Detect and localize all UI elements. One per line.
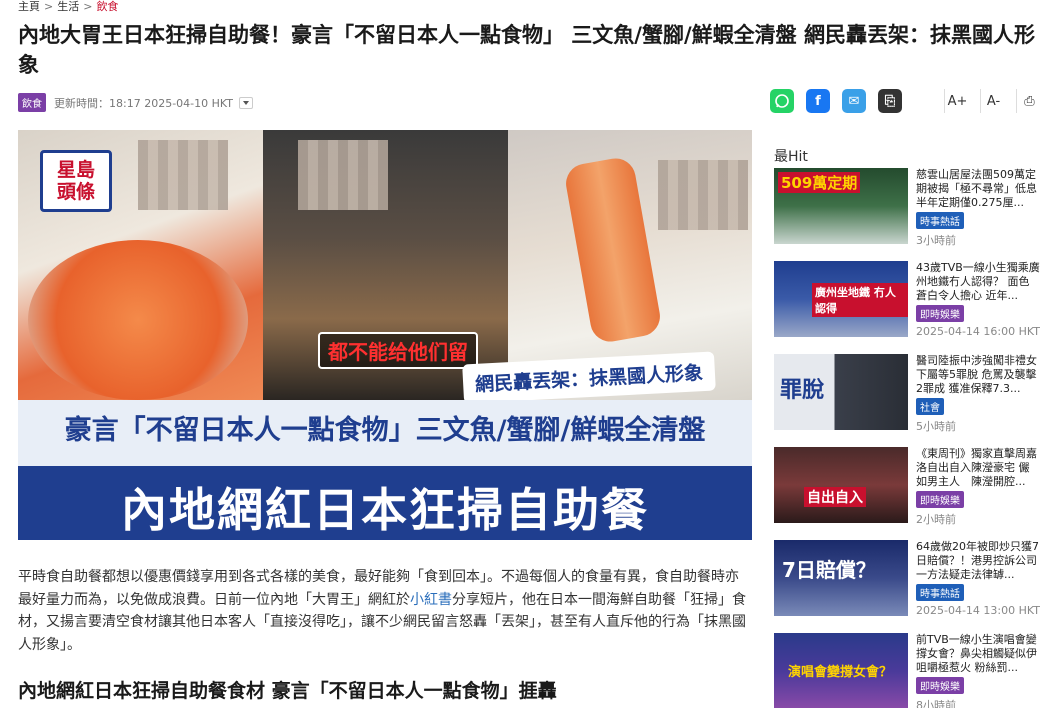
logo-line1: 星島 [56, 159, 95, 181]
timestamp: 2小時前 [916, 513, 956, 526]
article-subheading: 內地網紅日本狂掃自助餐食材 豪言「不留日本人一點食物」捱轟 [18, 680, 557, 702]
category-badge[interactable]: 時事熱話 [916, 584, 964, 601]
sidebar-most-hit: 最Hit 509萬定期 慈雲山居屋法團509萬定期被揭「極不尋常」低息 半年定期… [774, 146, 1049, 708]
timestamp: 8小時前 [916, 699, 956, 708]
article-body: 平時食自助餐都想以優惠價錢享用到各式各樣的美食，最好能夠「食到回本」。不過每個人… [18, 566, 752, 656]
reading-tools: A+ A- ⎙ [944, 89, 1042, 113]
headline[interactable]: 前TVB一線小生演唱會變撐女會？鼻尖相觸疑似伊咀嚼極惹火 粉絲罰... [916, 633, 1040, 675]
category-badge[interactable]: 飲食 [18, 93, 46, 112]
thumbnail[interactable]: 509萬定期 [774, 168, 908, 244]
thumbnail[interactable]: 自出自入 [774, 447, 908, 523]
facebook-icon[interactable]: f [806, 89, 830, 113]
blurred-face [298, 140, 388, 210]
blurred-face [138, 140, 228, 210]
sidebar-heading: 最Hit [774, 149, 808, 165]
font-increase-button[interactable]: A+ [944, 89, 970, 113]
salmon-plate [28, 240, 248, 400]
breadcrumb-separator: > [44, 0, 54, 13]
facebook-glyph: f [815, 93, 821, 109]
category-badge[interactable]: 即時娛樂 [916, 677, 964, 694]
thumbnail-caption: 廣州坐地鐵 冇人認得 [812, 283, 908, 317]
share-bar: f ✉ ⎘ [770, 89, 902, 113]
blurred-face [658, 160, 748, 230]
caption-red: 都不能给他们留 [318, 332, 478, 369]
thumbnail-caption: 7日賠償？ [782, 558, 876, 582]
thumbnail-caption: 罪脫 [780, 378, 825, 403]
list-item[interactable]: 罪脫 醫司陸振中涉強闖非禮女下屬等5罪脫 危罵及襲擊2罪成 獲准保釋7.3...… [774, 354, 1049, 434]
list-item[interactable]: 廣州坐地鐵 冇人認得 43歲TVB一線小生獨乘廣州地鐵冇人認得？ 面色蒼白令人擔… [774, 261, 1049, 341]
thumbnail[interactable]: 廣州坐地鐵 冇人認得 [774, 261, 908, 337]
email-glyph: ✉ [848, 93, 860, 109]
whatsapp-icon[interactable] [770, 89, 794, 113]
xiaohongshu-link[interactable]: 小紅書 [410, 592, 452, 608]
breadcrumb-current[interactable]: 飲食 [96, 0, 118, 14]
thumbnail-caption: 自出自入 [804, 487, 866, 507]
headline[interactable]: 慈雲山居屋法團509萬定期被揭「極不尋常」低息 半年定期僅0.275厘... [916, 168, 1040, 210]
headline[interactable]: 64歲做20年被即炒只獲7日賠償？！港男控訴公司一方法疑走法律罅... [916, 540, 1040, 582]
thumbnail[interactable]: 演唱會變撐女會？ [774, 633, 908, 708]
print-icon[interactable]: ⎙ [1016, 89, 1042, 113]
hero-headline-2: 內地網紅日本狂掃自助餐 [121, 483, 649, 537]
breadcrumb-home[interactable]: 主頁 [18, 0, 40, 14]
font-decrease-button[interactable]: A- [980, 89, 1006, 113]
timestamp: 5小時前 [916, 420, 956, 433]
headline[interactable]: 醫司陸振中涉強闖非禮女下屬等5罪脫 危罵及襲擊2罪成 獲准保釋7.3... [916, 354, 1040, 396]
hero-headline-1: 豪言「不留日本人一點食物」三文魚/蟹腳/鮮蝦全清盤 [64, 415, 706, 446]
list-item[interactable]: 演唱會變撐女會？ 前TVB一線小生演唱會變撐女會？鼻尖相觸疑似伊咀嚼極惹火 粉絲… [774, 633, 1049, 708]
list-item[interactable]: 7日賠償？ 64歲做20年被即炒只獲7日賠償？！港男控訴公司一方法疑走法律罅..… [774, 540, 1049, 620]
headline[interactable]: 《東周刊》獨家直擊周嘉洛自出自入陳瀅豪宅 儼如男主人 陳瀅開腔... [916, 447, 1040, 489]
article-meta: 飲食 更新時間：18:17 2025-04-10 HKT [18, 93, 253, 112]
category-badge[interactable]: 即時娛樂 [916, 491, 964, 508]
thumbnail[interactable]: 7日賠償？ [774, 540, 908, 616]
email-icon[interactable]: ✉ [842, 89, 866, 113]
thumbnail-caption: 演唱會變撐女會？ [788, 665, 893, 680]
updated-time: 更新時間：18:17 2025-04-10 HKT [54, 96, 233, 110]
page-title: 內地大胃王日本狂掃自助餐！豪言「不留日本人一點食物」 三文魚/蟹腳/鮮蝦全清盤 … [18, 23, 1035, 77]
breadcrumb-separator: > [83, 0, 93, 13]
hero-image: 星島 頭條 都不能给他们留 網民轟丟架：抹黑國人形象 豪言「不留日本人一點食物」… [18, 130, 752, 540]
category-badge[interactable]: 社會 [916, 398, 944, 415]
timestamp: 3小時前 [916, 234, 956, 247]
category-badge[interactable]: 時事熱話 [916, 212, 964, 229]
copy-glyph: ⎘ [884, 93, 896, 109]
sing-tao-logo: 星島 頭條 [40, 150, 112, 212]
thumbnail[interactable]: 罪脫 [774, 354, 908, 430]
chevron-down-icon[interactable] [238, 96, 253, 109]
timestamp: 2025-04-14 13:00 HKT [916, 604, 1040, 617]
breadcrumb: 主頁 > 生活 > 飲食 [18, 0, 118, 14]
category-badge[interactable]: 即時娛樂 [916, 305, 964, 322]
copy-link-icon[interactable]: ⎘ [878, 89, 902, 113]
list-item[interactable]: 509萬定期 慈雲山居屋法團509萬定期被揭「極不尋常」低息 半年定期僅0.27… [774, 168, 1049, 248]
thumbnail-caption: 509萬定期 [778, 172, 861, 193]
timestamp: 2025-04-14 16:00 HKT [916, 325, 1040, 338]
list-item[interactable]: 自出自入 《東周刊》獨家直擊周嘉洛自出自入陳瀅豪宅 儼如男主人 陳瀅開腔... … [774, 447, 1049, 527]
logo-line2: 頭條 [56, 181, 95, 203]
headline[interactable]: 43歲TVB一線小生獨乘廣州地鐵冇人認得？ 面色蒼白令人擔心 近年... [916, 261, 1040, 303]
breadcrumb-level1[interactable]: 生活 [57, 0, 79, 14]
